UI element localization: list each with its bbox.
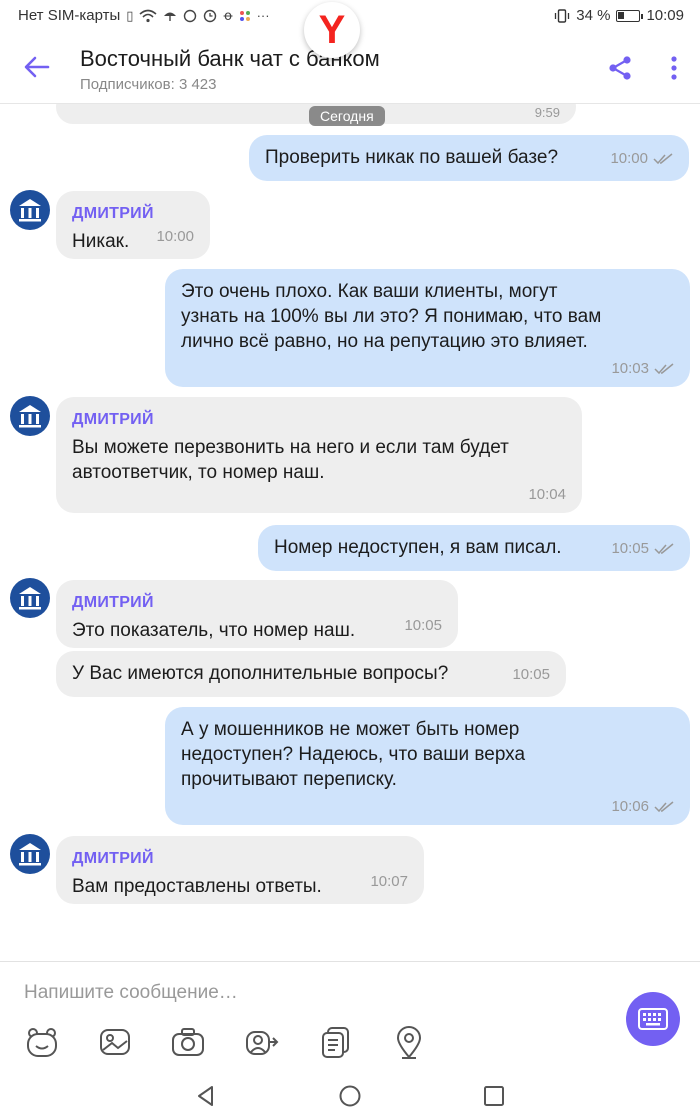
document-icon[interactable] <box>318 1024 354 1060</box>
location-icon[interactable] <box>391 1024 427 1060</box>
message-text: Проверить никак по вашей базе? <box>265 147 559 168</box>
message-time: 10:06 <box>611 794 674 819</box>
keyboard-button[interactable] <box>626 992 680 1046</box>
message-time-label: 10:06 <box>611 798 649 815</box>
sender-avatar[interactable] <box>10 578 50 618</box>
message-text: Вы можете перезвонить на него и если там… <box>72 437 509 483</box>
message-text: Вам предоставлены ответы. <box>72 876 322 897</box>
message-time: 10:03 <box>611 356 674 381</box>
nav-home-icon[interactable] <box>338 1084 362 1108</box>
message-input[interactable]: Напишите сообщение… <box>24 982 238 1004</box>
yandex-browser-icon[interactable]: Y <box>304 2 360 58</box>
sender-name: ДМИТРИЙ <box>72 411 154 428</box>
date-separator: Сегодня <box>309 106 385 126</box>
gallery-icon[interactable] <box>97 1024 133 1060</box>
message-time: 10:05 <box>512 666 550 683</box>
bank-logo-icon <box>19 199 41 222</box>
more-menu-icon[interactable] <box>664 54 684 82</box>
incoming-message[interactable]: У Вас имеются дополнительные вопросы? 10… <box>56 651 566 697</box>
wifi-icon <box>139 9 157 22</box>
share-contact-icon[interactable] <box>244 1024 280 1060</box>
message-time: 10:00 <box>156 228 194 245</box>
message-text: Это показатель, что номер наш. <box>72 620 356 641</box>
message-time-label: 10:00 <box>610 150 648 167</box>
message-time-label: 10:05 <box>611 540 649 557</box>
viber-icon <box>184 9 197 22</box>
sender-name: ДМИТРИЙ <box>72 594 154 611</box>
more-notifications-icon: ··· <box>256 8 270 23</box>
alert-icon: ▯ <box>126 7 134 23</box>
battery-icon <box>616 9 644 22</box>
incoming-message[interactable]: ДМИТРИЙ Вам предоставлены ответы. 10:07 <box>56 836 424 904</box>
message-list[interactable]: 9:59 Сегодня Проверить никак по вашей ба… <box>0 104 700 960</box>
message-text: А у мошенников не может быть номер недос… <box>181 719 526 790</box>
keyboard-icon <box>638 1008 668 1030</box>
sticker-icon[interactable] <box>24 1024 60 1060</box>
apps-icon <box>239 10 250 21</box>
outgoing-message[interactable]: А у мошенников не может быть номер недос… <box>165 707 690 825</box>
incoming-message[interactable]: ДМИТРИЙ Никак. 10:00 <box>56 191 210 259</box>
umbrella-icon <box>164 12 177 21</box>
carrier-label: Нет SIM-карты <box>18 7 121 24</box>
subscriber-count: Подписчиков: 3 423 <box>80 76 217 93</box>
battery-fill <box>618 11 625 19</box>
outgoing-message[interactable]: Это очень плохо. Как ваши клиенты, могут… <box>165 269 690 387</box>
battery-percent: 34 % <box>576 7 611 24</box>
message-time: 10:04 <box>528 486 566 503</box>
share-icon[interactable] <box>606 54 634 82</box>
message-text: У Вас имеются дополнительные вопросы? <box>72 663 449 684</box>
bank-logo-icon <box>19 587 41 610</box>
odnoklassniki-icon: ꝋ <box>223 7 233 23</box>
status-left: Нет SIM-карты ▯ ꝋ ··· <box>18 7 270 24</box>
sender-name: ДМИТРИЙ <box>72 205 154 222</box>
sender-avatar[interactable] <box>10 396 50 436</box>
status-right: 34 % 10:09 <box>554 7 684 24</box>
nav-recents-icon[interactable] <box>482 1084 506 1108</box>
clock-time: 10:09 <box>646 7 684 24</box>
system-nav-bar <box>0 1072 700 1120</box>
clock-icon <box>204 9 217 22</box>
incoming-message[interactable]: ДМИТРИЙ Это показатель, что номер наш. 1… <box>56 580 458 648</box>
previous-message-time: 9:59 <box>534 105 560 120</box>
message-time: 10:00 <box>610 146 673 171</box>
message-text: Номер недоступен, я вам писал. <box>274 537 562 558</box>
double-check-icon <box>654 362 674 374</box>
message-composer: Напишите сообщение… <box>0 961 700 1071</box>
sender-avatar[interactable] <box>10 834 50 874</box>
outgoing-message[interactable]: Проверить никак по вашей базе? 10:00 <box>249 135 689 181</box>
message-time: 10:05 <box>611 536 674 561</box>
double-check-icon <box>654 800 674 812</box>
incoming-message[interactable]: ДМИТРИЙ Вы можете перезвонить на него и … <box>56 397 582 513</box>
bank-logo-icon <box>19 405 41 428</box>
message-text: Никак. <box>72 231 130 252</box>
message-text: Это очень плохо. Как ваши клиенты, могут… <box>181 281 602 352</box>
double-check-icon <box>653 152 673 164</box>
bank-logo-icon <box>19 843 41 866</box>
back-arrow-icon[interactable] <box>22 52 52 82</box>
outgoing-message[interactable]: Номер недоступен, я вам писал. 10:05 <box>258 525 690 571</box>
sender-name: ДМИТРИЙ <box>72 850 154 867</box>
nav-back-icon[interactable] <box>194 1084 218 1108</box>
message-time: 10:07 <box>370 873 408 890</box>
vibrate-icon <box>555 8 570 23</box>
message-time-label: 10:03 <box>611 360 649 377</box>
message-time: 10:05 <box>404 617 442 634</box>
camera-icon[interactable] <box>170 1024 206 1060</box>
double-check-icon <box>654 542 674 554</box>
sender-avatar[interactable] <box>10 190 50 230</box>
